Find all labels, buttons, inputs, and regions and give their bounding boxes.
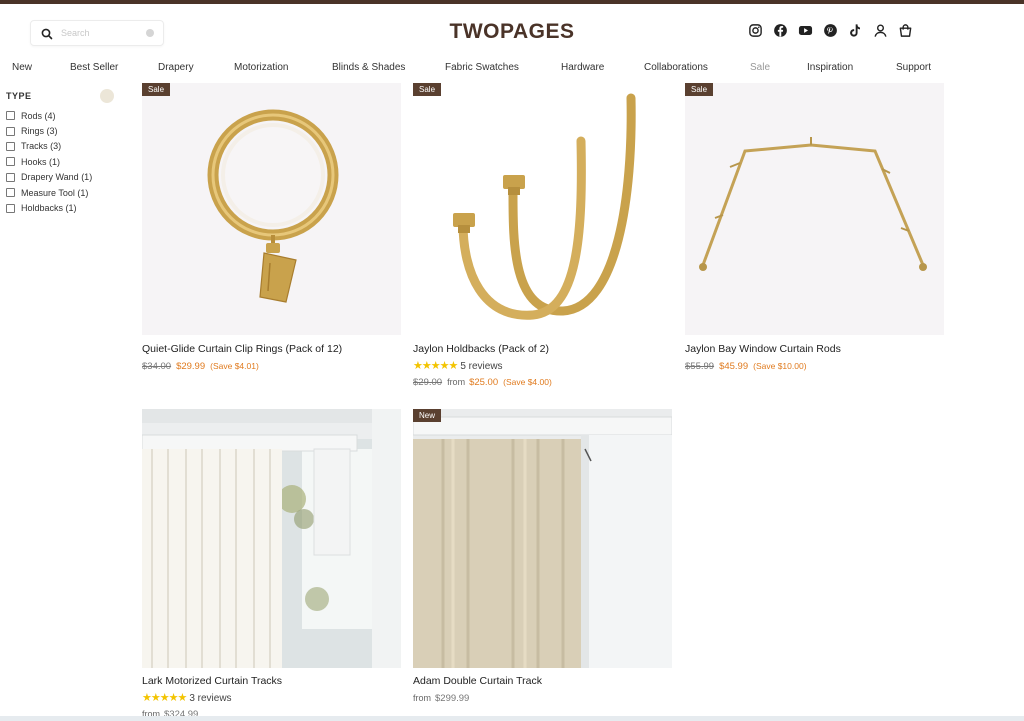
nav-fabric-swatches[interactable]: Fabric Swatches — [445, 62, 519, 73]
rating-stars[interactable]: ★★★★★ 3 reviews — [142, 691, 232, 704]
sale-badge: Sale — [685, 83, 714, 96]
checkbox[interactable] — [6, 172, 15, 182]
filter-option-rings[interactable]: Rings (3) — [6, 123, 92, 138]
savings: (Save $4.01) — [210, 361, 259, 371]
header-icons — [748, 23, 913, 38]
checkbox[interactable] — [6, 188, 15, 198]
product-price: $55.99 $45.99 (Save $10.00) — [685, 361, 807, 372]
product-card[interactable]: Sale Jaylon Holdbacks (Pack of 2) ★★★★★ 5… — [413, 83, 672, 388]
sale-badge: Sale — [142, 83, 171, 96]
filter-option-label: Rings (3) — [21, 126, 58, 137]
filter-option-label: Holdbacks (1) — [21, 203, 77, 214]
original-price: $34.00 — [142, 361, 172, 372]
product-card[interactable]: Sale Jaylon Bay Window Curtain Rods $55.… — [685, 83, 944, 372]
sale-price: $45.99 — [719, 361, 749, 372]
product-card[interactable]: New Adam Double Curtain Track from $299.9… — [413, 409, 672, 704]
new-badge: New — [413, 409, 442, 422]
nav-blinds-shades[interactable]: Blinds & Shades — [332, 62, 405, 73]
filter-option-label: Hooks (1) — [21, 156, 61, 167]
facebook-icon[interactable] — [773, 23, 788, 38]
star-rating-icons: ★★★★★ — [413, 360, 458, 372]
savings: (Save $4.00) — [503, 377, 552, 387]
filter-option-tracks[interactable]: Tracks (3) — [6, 139, 92, 154]
from-label: from — [447, 377, 466, 387]
product-image-bay-window-rods[interactable]: Sale — [685, 83, 944, 335]
savings: (Save $10.00) — [753, 361, 807, 371]
account-icon[interactable] — [873, 23, 888, 38]
page-bottom-strip — [0, 716, 1024, 721]
product-title[interactable]: Quiet-Glide Curtain Clip Rings (Pack of … — [142, 343, 342, 355]
product-image-clip-rings[interactable]: Sale — [142, 83, 401, 335]
filter-option-rods[interactable]: Rods (4) — [6, 108, 92, 123]
nav-drapery[interactable]: Drapery — [158, 62, 194, 73]
review-count[interactable]: 3 reviews — [189, 693, 231, 704]
product-price: from $299.99 — [413, 693, 469, 704]
filter-option-measure-tool[interactable]: Measure Tool (1) — [6, 185, 92, 200]
filter-type-list: Rods (4) Rings (3) Tracks (3) Hooks (1) … — [6, 108, 92, 216]
filter-option-label: Drapery Wand (1) — [21, 172, 93, 183]
product-title[interactable]: Lark Motorized Curtain Tracks — [142, 675, 282, 687]
nav-hardware[interactable]: Hardware — [561, 62, 604, 73]
nav-new[interactable]: New — [12, 62, 32, 73]
filter-option-label: Tracks (3) — [21, 141, 62, 152]
filter-option-label: Rods (4) — [21, 110, 56, 121]
sale-badge: Sale — [413, 83, 442, 96]
filter-option-holdbacks[interactable]: Holdbacks (1) — [6, 200, 92, 215]
from-label: from — [413, 693, 431, 703]
product-image-motorized-tracks[interactable] — [142, 409, 401, 668]
original-price: $55.99 — [685, 361, 715, 372]
nav-support[interactable]: Support — [896, 62, 931, 73]
regular-price: $299.99 — [435, 693, 470, 704]
main-nav: New Best Seller Drapery Motorization Bli… — [0, 62, 1024, 76]
youtube-icon[interactable] — [798, 23, 813, 38]
nav-sale[interactable]: Sale — [750, 62, 770, 73]
checkbox[interactable] — [6, 141, 15, 151]
checkbox[interactable] — [6, 157, 15, 167]
checkbox[interactable] — [6, 203, 15, 213]
pinterest-icon[interactable] — [823, 23, 838, 38]
checkbox[interactable] — [6, 111, 15, 121]
rating-stars[interactable]: ★★★★★ 5 reviews — [413, 359, 503, 372]
product-title[interactable]: Jaylon Bay Window Curtain Rods — [685, 343, 841, 355]
nav-collaborations[interactable]: Collaborations — [644, 62, 708, 73]
filter-option-drapery-wand[interactable]: Drapery Wand (1) — [6, 170, 92, 185]
product-price: $29.00 from $25.00 (Save $4.00) — [413, 377, 552, 388]
filter-option-label: Measure Tool (1) — [21, 187, 89, 198]
filter-option-hooks[interactable]: Hooks (1) — [6, 154, 92, 169]
nav-motorization[interactable]: Motorization — [234, 62, 288, 73]
star-rating-icons: ★★★★★ — [142, 692, 187, 704]
instagram-icon[interactable] — [748, 23, 763, 38]
nav-inspiration[interactable]: Inspiration — [807, 62, 853, 73]
tiktok-icon[interactable] — [848, 23, 863, 38]
product-card[interactable]: Sale Quiet-Glide Curtain Clip Rings (Pac… — [142, 83, 401, 372]
product-price: $34.00 $29.99 (Save $4.01) — [142, 361, 259, 372]
product-title[interactable]: Jaylon Holdbacks (Pack of 2) — [413, 343, 549, 355]
filter-type-heading[interactable]: TYPE — [6, 91, 32, 101]
nav-best-seller[interactable]: Best Seller — [70, 62, 118, 73]
sale-price: $25.00 — [469, 377, 499, 388]
product-image-holdbacks[interactable]: Sale — [413, 83, 672, 335]
original-price: $29.00 — [413, 377, 443, 388]
filter-toggle-icon[interactable] — [100, 89, 114, 103]
sale-price: $29.99 — [176, 361, 206, 372]
review-count[interactable]: 5 reviews — [460, 361, 502, 372]
product-title[interactable]: Adam Double Curtain Track — [413, 675, 542, 687]
top-accent-bar — [0, 0, 1024, 4]
product-image-double-track[interactable]: New — [413, 409, 672, 668]
product-card[interactable]: Lark Motorized Curtain Tracks ★★★★★ 3 rev… — [142, 409, 401, 720]
checkbox[interactable] — [6, 126, 15, 136]
cart-icon[interactable] — [898, 23, 913, 38]
